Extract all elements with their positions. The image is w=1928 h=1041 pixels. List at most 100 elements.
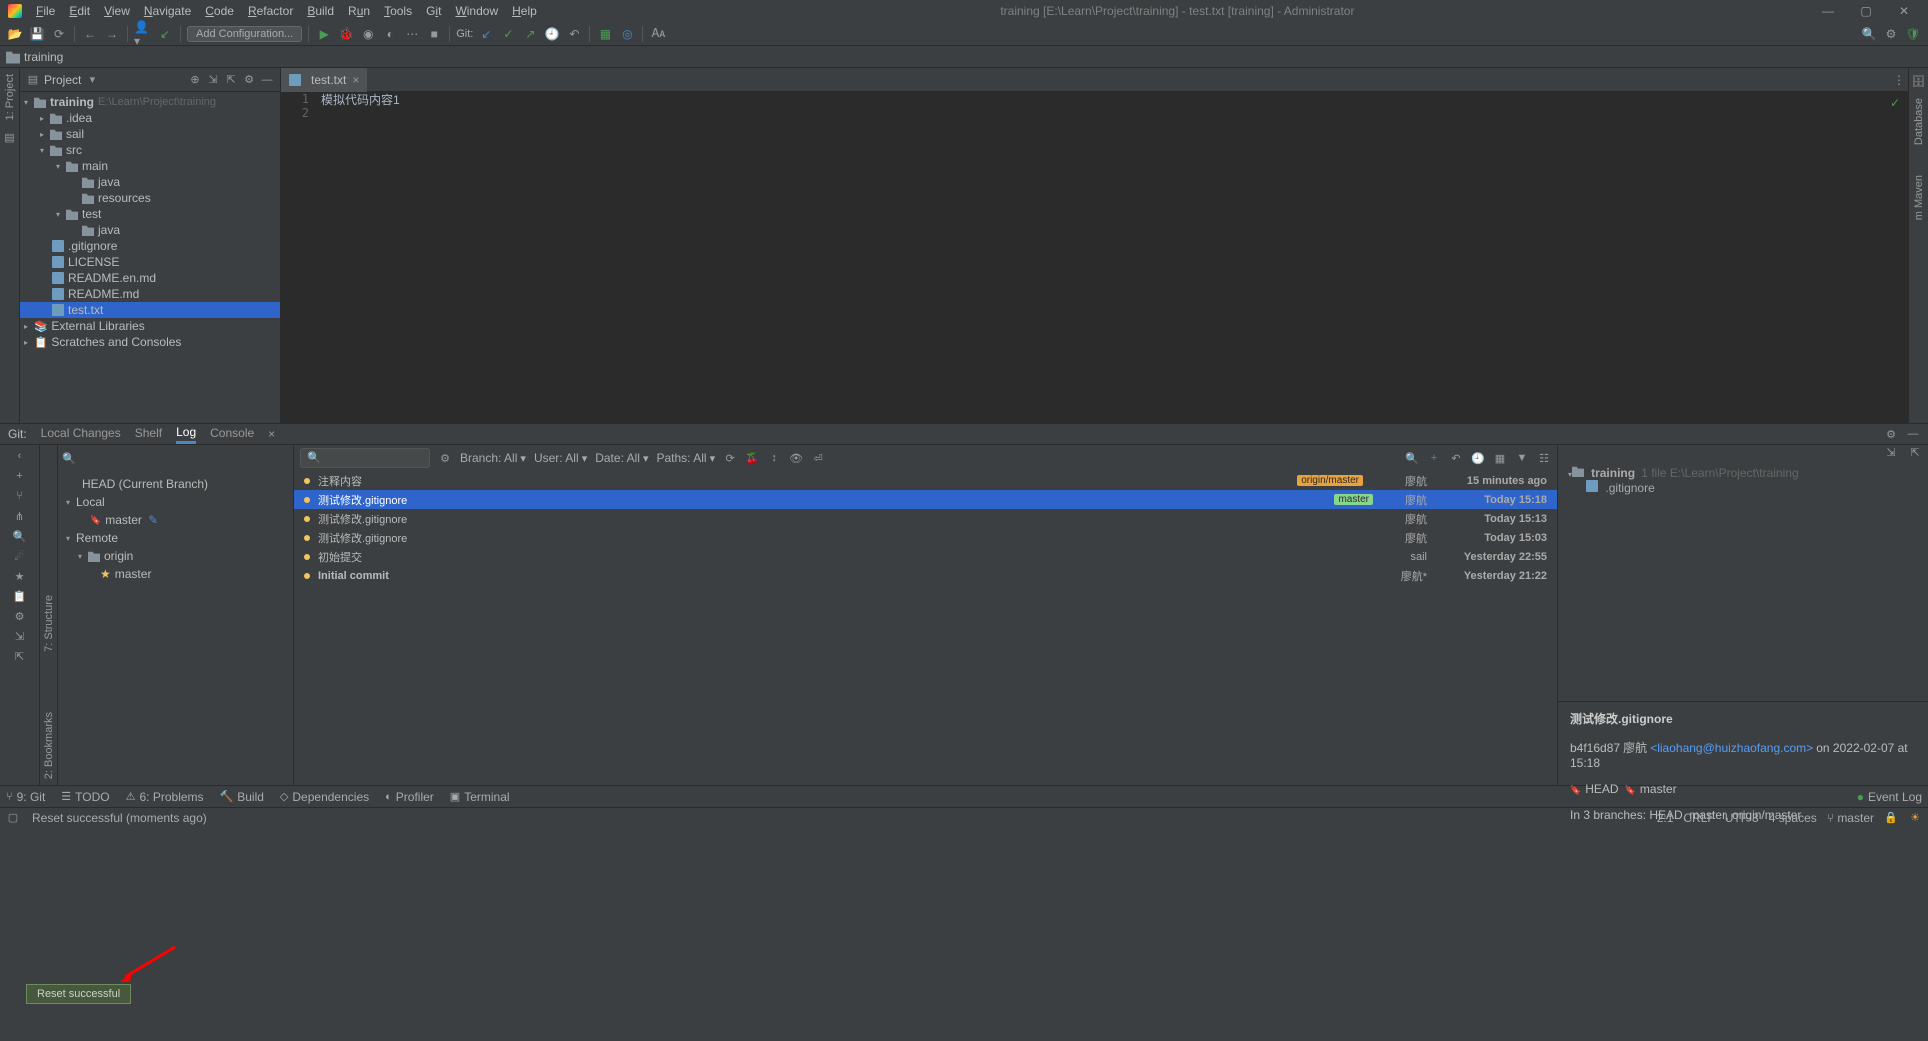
plus-icon[interactable]: + bbox=[13, 469, 27, 483]
git-settings-icon[interactable]: ⚙ bbox=[1884, 427, 1898, 441]
tree-main[interactable]: main bbox=[20, 158, 280, 174]
menu-help[interactable]: Help bbox=[506, 2, 543, 20]
star-icon[interactable]: ★ bbox=[13, 569, 27, 583]
todo-tool-button[interactable]: ☰ TODO bbox=[61, 790, 109, 804]
paths-filter[interactable]: Paths: All ▾ bbox=[657, 451, 716, 465]
menu-tools[interactable]: Tools bbox=[378, 2, 418, 20]
menu-edit[interactable]: Edit bbox=[63, 2, 96, 20]
tree-readme-en[interactable]: README.en.md bbox=[20, 270, 280, 286]
deps-tool-button[interactable]: ◇ Dependencies bbox=[280, 790, 369, 804]
structure-tool-button[interactable]: 7: Structure bbox=[43, 595, 55, 652]
git-tab-local[interactable]: Local Changes bbox=[41, 426, 121, 442]
git-tab-shelf[interactable]: Shelf bbox=[135, 426, 162, 442]
tree-test[interactable]: test bbox=[20, 206, 280, 222]
tree-ext-libs[interactable]: 📚 External Libraries bbox=[20, 318, 280, 334]
forward-icon[interactable]: → bbox=[103, 25, 121, 43]
goto-icon[interactable]: ⏎ bbox=[811, 451, 825, 465]
editor-more-icon[interactable]: ⋮ bbox=[1890, 71, 1908, 89]
collapse-icon[interactable]: ⇱ bbox=[224, 73, 238, 87]
menu-build[interactable]: Build bbox=[301, 2, 340, 20]
codewme-icon[interactable]: ◎ bbox=[618, 25, 636, 43]
menu-refactor[interactable]: Refactor bbox=[242, 2, 299, 20]
close-button[interactable]: ✕ bbox=[1888, 0, 1920, 22]
funnel-icon[interactable]: ▼ bbox=[1515, 451, 1529, 465]
panel-title[interactable]: Project bbox=[44, 73, 81, 87]
search-icon[interactable]: 🔍 bbox=[13, 529, 27, 543]
layers-icon[interactable]: 📋 bbox=[13, 589, 27, 603]
branch-icon[interactable]: ⑂ bbox=[13, 489, 27, 503]
refresh-icon[interactable]: ⟳ bbox=[50, 25, 68, 43]
structure-icon[interactable]: ▤ bbox=[3, 130, 17, 144]
expand2-icon[interactable]: ⇲ bbox=[13, 629, 27, 643]
back-icon[interactable]: ← bbox=[81, 25, 99, 43]
search-icon[interactable]: 🔍 bbox=[1860, 25, 1878, 43]
build-tool-button[interactable]: 🔨 Build bbox=[220, 790, 264, 804]
commits-list[interactable]: 注释内容origin/master廖航15 minutes ago 测试修改.g… bbox=[294, 471, 1557, 785]
tree-sail[interactable]: sail bbox=[20, 126, 280, 142]
coverage-icon[interactable]: ◉ bbox=[359, 25, 377, 43]
go-back-icon[interactable]: ‹ bbox=[13, 449, 27, 463]
details-collapse-icon[interactable]: ⇱ bbox=[1908, 445, 1922, 459]
head-branch[interactable]: HEAD (Current Branch) bbox=[58, 475, 293, 493]
commit-filter-icon[interactable]: ⚙ bbox=[438, 451, 452, 465]
undo-icon[interactable]: ↶ bbox=[1449, 451, 1463, 465]
profiler-tool-button[interactable]: ◐ Profiler bbox=[385, 790, 434, 804]
translate-icon[interactable]: 🗛 bbox=[649, 25, 667, 43]
date-filter[interactable]: Date: All ▾ bbox=[595, 451, 648, 465]
merge-icon[interactable]: ⋔ bbox=[13, 509, 27, 523]
inspection-ok-icon[interactable]: ✓ bbox=[1890, 96, 1900, 110]
git-push-icon[interactable]: ↗ bbox=[521, 25, 539, 43]
profile-icon[interactable]: ◐ bbox=[381, 25, 399, 43]
line-ending[interactable]: CRLF bbox=[1683, 811, 1714, 825]
open-icon[interactable]: 📂 bbox=[6, 25, 24, 43]
menu-code[interactable]: Code bbox=[199, 2, 240, 20]
more-run-icon[interactable]: ⋯ bbox=[403, 25, 421, 43]
origin-node[interactable]: origin bbox=[58, 547, 293, 565]
local-master[interactable]: 🔖master ✎ bbox=[58, 511, 293, 529]
tree-java[interactable]: java bbox=[20, 174, 280, 190]
tree-test-java[interactable]: java bbox=[20, 222, 280, 238]
collapse2-icon[interactable]: ⇱ bbox=[13, 649, 27, 663]
editor-tab[interactable]: test.txt × bbox=[281, 68, 367, 92]
indent[interactable]: 4 spaces bbox=[1769, 811, 1817, 825]
maximize-button[interactable]: ▢ bbox=[1850, 0, 1882, 22]
commit-row[interactable]: Initial commit廖航*Yesterday 21:22 bbox=[294, 566, 1557, 585]
settings-icon[interactable]: ⚙ bbox=[1882, 25, 1900, 43]
git-branch-status[interactable]: ⑂ master bbox=[1827, 811, 1874, 825]
user-filter[interactable]: User: All ▾ bbox=[534, 451, 587, 465]
hide-icon[interactable]: — bbox=[260, 73, 274, 87]
tree-gitignore[interactable]: .gitignore bbox=[20, 238, 280, 254]
editor-body[interactable]: 1 2 模拟代码内容1 ✓ bbox=[281, 92, 1908, 423]
tree-src[interactable]: src bbox=[20, 142, 280, 158]
add-configuration-button[interactable]: Add Configuration... bbox=[187, 26, 302, 42]
local-node[interactable]: Local bbox=[58, 493, 293, 511]
sort-icon[interactable]: ↕ bbox=[767, 451, 781, 465]
menu-git[interactable]: Git bbox=[420, 2, 447, 20]
run-icon[interactable]: ▶ bbox=[315, 25, 333, 43]
git-commit-icon[interactable]: ✓ bbox=[499, 25, 517, 43]
tree-testtxt[interactable]: test.txt bbox=[20, 302, 280, 318]
expand-icon[interactable]: ⇲ bbox=[206, 73, 220, 87]
eye-icon[interactable]: 👁 bbox=[789, 451, 803, 465]
tree-license[interactable]: LICENSE bbox=[20, 254, 280, 270]
tree-scratches[interactable]: 📋 Scratches and Consoles bbox=[20, 334, 280, 350]
project-tree[interactable]: trainingE:\Learn\Project\training .idea … bbox=[20, 92, 280, 423]
cherry-icon[interactable]: 🍒 bbox=[745, 451, 759, 465]
reload-icon[interactable]: ⟳ bbox=[723, 451, 737, 465]
menu-view[interactable]: View bbox=[98, 2, 136, 20]
ide-health-icon[interactable]: 🛡 bbox=[1904, 25, 1922, 43]
commit-row[interactable]: 测试修改.gitignore廖航Today 15:03 bbox=[294, 528, 1557, 547]
git-tab-console[interactable]: Console bbox=[210, 426, 254, 442]
dropdown-icon[interactable]: ▾ bbox=[85, 73, 99, 87]
origin-master[interactable]: ★master bbox=[58, 565, 293, 583]
pantone-icon[interactable]: ▦ bbox=[596, 25, 614, 43]
git-hide-icon[interactable]: — bbox=[1906, 427, 1920, 441]
menu-navigate[interactable]: Navigate bbox=[138, 2, 197, 20]
user-icon[interactable]: 👤▾ bbox=[134, 25, 152, 43]
status-icon[interactable]: ▢ bbox=[6, 811, 20, 825]
extract-icon[interactable]: ↙ bbox=[156, 25, 174, 43]
gear-icon[interactable]: ⚙ bbox=[242, 73, 256, 87]
grid-icon[interactable]: ▦ bbox=[1493, 451, 1507, 465]
commit-row[interactable]: 注释内容origin/master廖航15 minutes ago bbox=[294, 471, 1557, 490]
project-tool-button[interactable]: 1: Project bbox=[4, 74, 16, 120]
